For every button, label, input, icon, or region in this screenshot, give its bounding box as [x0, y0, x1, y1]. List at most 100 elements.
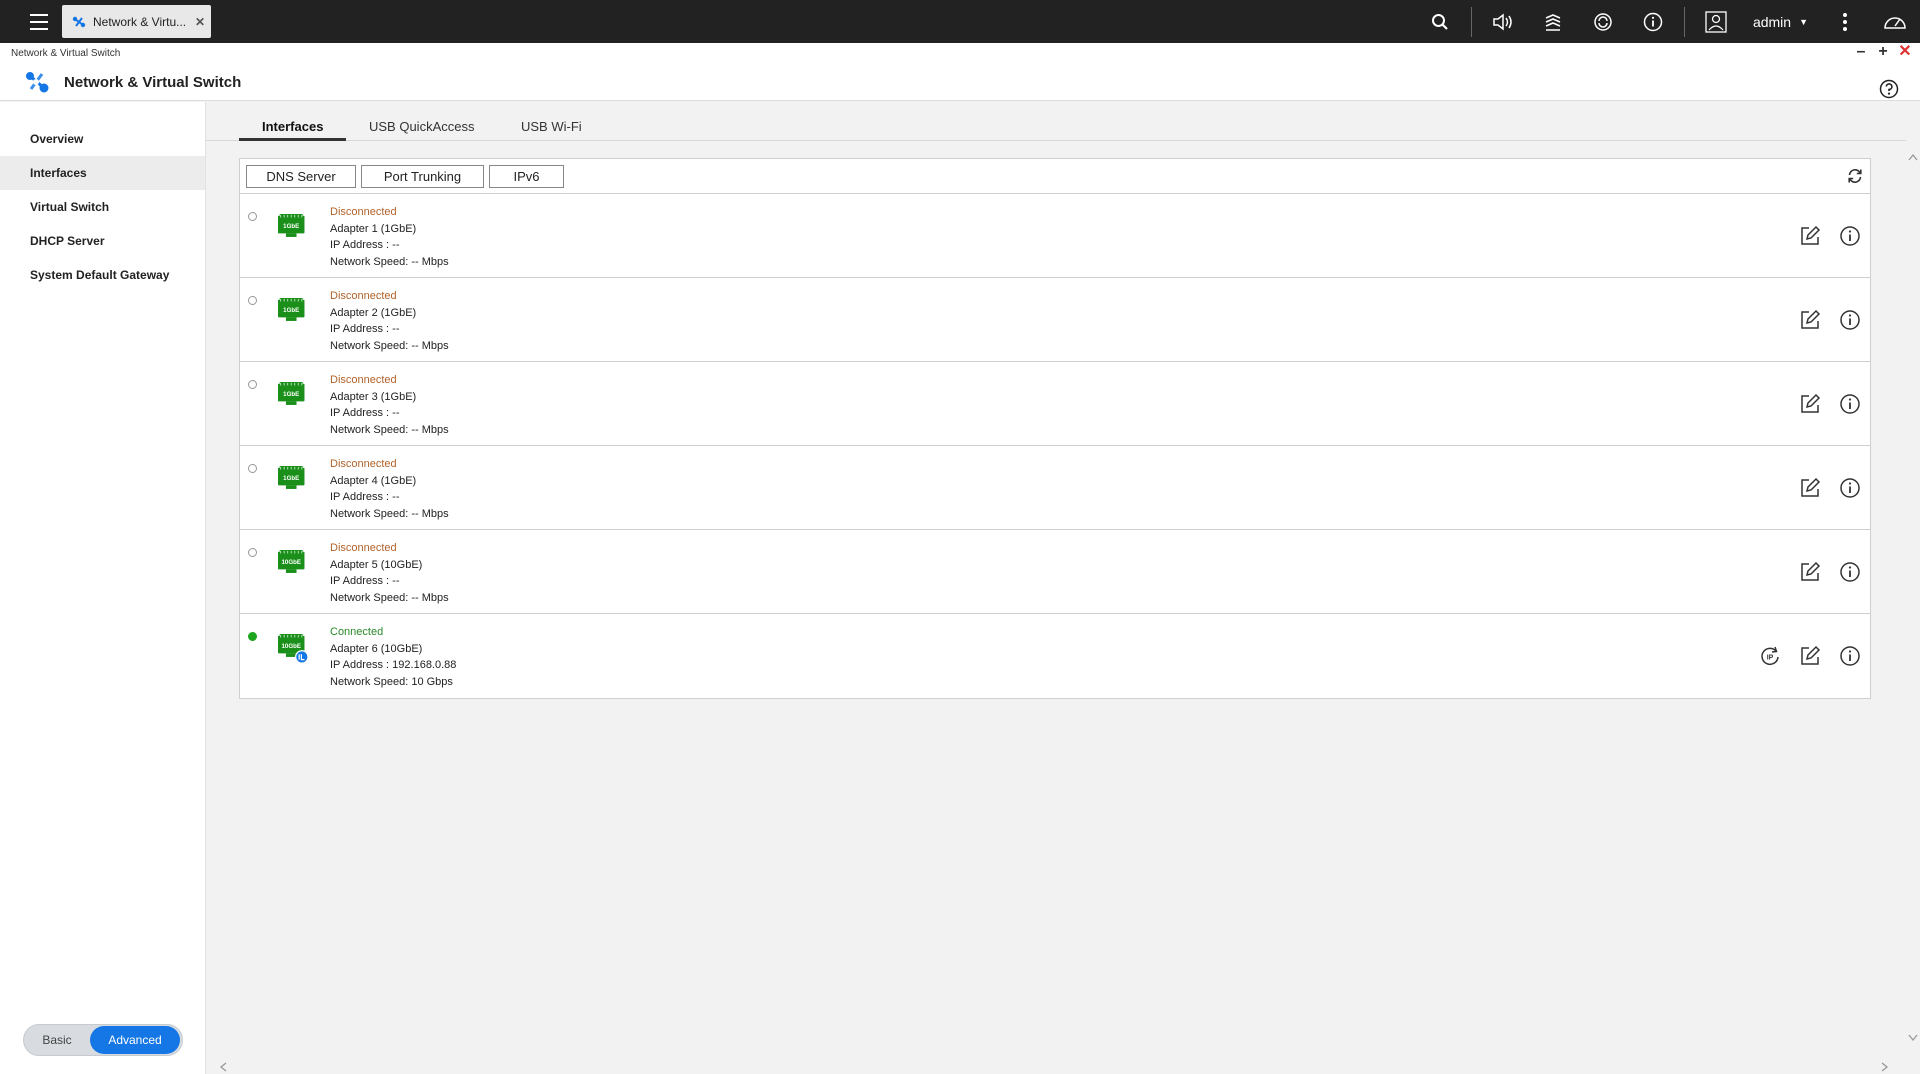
speed-label: Network Speed:	[330, 591, 409, 604]
adapter-info: Connected Adapter 6 (10GbE) IP Address :…	[330, 624, 456, 690]
horizontal-scrollbar[interactable]	[206, 1060, 1920, 1074]
adapter-actions	[1798, 476, 1862, 500]
sidebar-item-virtual-switch[interactable]: Virtual Switch	[0, 190, 205, 224]
tab-usb-wifi[interactable]: USB Wi-Fi	[521, 119, 582, 134]
ip-label: IP Address :	[330, 491, 390, 503]
ip-label: IP Address :	[330, 659, 390, 671]
info-icon[interactable]	[1628, 0, 1678, 43]
network-switch-logo-icon	[26, 72, 49, 93]
username: admin	[1752, 13, 1792, 30]
adapter-row[interactable]: 1GbE Disconnected Adapter 3 (1GbE) IP Ad…	[240, 362, 1870, 446]
ip-settings-icon[interactable]: IP	[1758, 644, 1782, 668]
dns-server-button[interactable]: DNS Server	[246, 165, 356, 188]
tab-bar: Interfaces USB QuickAccess USB Wi-Fi	[206, 114, 1906, 141]
sidebar-item-interfaces[interactable]: Interfaces	[0, 156, 205, 190]
edit-icon[interactable]	[1798, 392, 1822, 416]
info-icon[interactable]	[1838, 392, 1862, 416]
ip-value: 192.168.0.88	[392, 659, 457, 671]
minimize-icon[interactable]: –	[1854, 44, 1868, 60]
adapter-select-radio[interactable]	[248, 296, 257, 305]
speed-value: 10 Gbps	[411, 675, 453, 688]
dashboard-icon[interactable]	[1870, 0, 1920, 43]
chevron-down-icon: ▼	[1799, 16, 1808, 27]
edit-icon[interactable]	[1798, 476, 1822, 500]
advanced-mode-button[interactable]: Advanced	[90, 1026, 180, 1054]
adapter-select-radio[interactable]	[248, 212, 257, 221]
adapter-select-radio[interactable]	[248, 380, 257, 389]
adapter-row[interactable]: 1GbE Disconnected Adapter 1 (1GbE) IP Ad…	[240, 194, 1870, 278]
ip-value: --	[392, 491, 400, 503]
edit-icon[interactable]	[1798, 224, 1822, 248]
help-icon[interactable]	[1879, 79, 1899, 99]
adapter-row[interactable]: 1GbE Disconnected Adapter 4 (1GbE) IP Ad…	[240, 446, 1870, 530]
sidebar-item-dhcp-server[interactable]: DHCP Server	[0, 224, 205, 258]
adapter-info: Disconnected Adapter 2 (1GbE) IP Address…	[330, 288, 449, 354]
window-title: Network & Virtual Switch	[11, 48, 121, 59]
sidebar-nav: Overview Interfaces Virtual Switch DHCP …	[0, 122, 205, 292]
vertical-scrollbar[interactable]	[1906, 150, 1920, 1060]
sidebar: Overview Interfaces Virtual Switch DHCP …	[0, 102, 206, 1074]
interfaces-panel: DNS Server Port Trunking IPv6 1GbE Disco…	[239, 158, 1871, 699]
tab-interfaces[interactable]: Interfaces	[262, 119, 323, 134]
adapter-status: Disconnected	[330, 542, 397, 554]
adapter-status: Disconnected	[330, 458, 397, 470]
ip-value: --	[392, 239, 400, 251]
more-icon[interactable]	[1820, 0, 1870, 43]
nic-speed-label: 1GbE	[283, 223, 299, 230]
edit-icon[interactable]	[1798, 308, 1822, 332]
adapter-row[interactable]: 10GbE Connected Adapter 6 (10GbE) IP Add…	[240, 614, 1870, 698]
volume-icon[interactable]	[1478, 0, 1528, 43]
adapter-ip: IP Address : --	[330, 573, 449, 590]
speed-value: -- Mbps	[411, 423, 449, 436]
port-trunking-button[interactable]: Port Trunking	[361, 165, 484, 188]
adapter-select-radio[interactable]	[248, 464, 257, 473]
interfaces-toolbar: DNS Server Port Trunking IPv6	[240, 159, 1870, 194]
adapter-row[interactable]: 10GbE Disconnected Adapter 5 (10GbE) IP …	[240, 530, 1870, 614]
menu-icon[interactable]	[18, 8, 60, 36]
info-icon[interactable]	[1838, 224, 1862, 248]
info-icon[interactable]	[1838, 476, 1862, 500]
ip-value: --	[392, 575, 400, 587]
search-icon[interactable]	[1415, 0, 1465, 43]
adapter-actions	[1798, 560, 1862, 584]
tab-usb-quickaccess[interactable]: USB QuickAccess	[369, 119, 474, 134]
sidebar-item-system-default-gateway[interactable]: System Default Gateway	[0, 258, 205, 292]
ip-label: IP Address :	[330, 575, 390, 587]
edit-icon[interactable]	[1798, 560, 1822, 584]
refresh-icon[interactable]	[1846, 167, 1864, 185]
app-tab[interactable]: Network & Virtu... ✕	[62, 5, 211, 38]
close-window-icon[interactable]: ✕	[1898, 44, 1912, 60]
sync-icon[interactable]	[1578, 0, 1628, 43]
ipv6-button[interactable]: IPv6	[489, 165, 564, 188]
adapter-speed: Network Speed: -- Mbps	[330, 254, 449, 271]
user-menu[interactable]: admin ▼	[1741, 14, 1820, 30]
adapter-select-radio[interactable]	[248, 548, 257, 557]
maximize-icon[interactable]: +	[1876, 44, 1890, 60]
adapter-name: Adapter 1 (1GbE)	[330, 222, 417, 235]
edit-icon[interactable]	[1798, 644, 1822, 668]
adapter-row[interactable]: 1GbE Disconnected Adapter 2 (1GbE) IP Ad…	[240, 278, 1870, 362]
main-content: Interfaces USB QuickAccess USB Wi-Fi DNS…	[206, 102, 1920, 1074]
user-icon[interactable]	[1691, 0, 1741, 43]
nic-speed-label: 10GbE	[281, 559, 301, 566]
network-adapter-icon: 1GbE	[278, 214, 305, 237]
adapter-list: 1GbE Disconnected Adapter 1 (1GbE) IP Ad…	[240, 194, 1870, 698]
nic-speed-label: 1GbE	[283, 307, 299, 314]
mode-toggle: Basic Advanced	[23, 1024, 183, 1056]
info-icon[interactable]	[1838, 644, 1862, 668]
adapter-actions: IP	[1758, 644, 1862, 668]
adapter-select-radio[interactable]	[248, 632, 257, 641]
basic-mode-button[interactable]: Basic	[24, 1033, 90, 1047]
info-icon[interactable]	[1838, 560, 1862, 584]
speed-label: Network Speed:	[330, 423, 409, 436]
sidebar-item-overview[interactable]: Overview	[0, 122, 205, 156]
adapter-actions	[1798, 224, 1862, 248]
adapter-status: Disconnected	[330, 206, 397, 218]
task-stack-icon[interactable]	[1528, 0, 1578, 43]
nic-speed-label: 1GbE	[283, 475, 299, 482]
close-icon[interactable]: ✕	[195, 15, 205, 29]
adapter-speed: Network Speed: -- Mbps	[330, 422, 449, 439]
speed-label: Network Speed:	[330, 255, 409, 268]
info-icon[interactable]	[1838, 308, 1862, 332]
ip-label: IP Address :	[330, 239, 390, 251]
